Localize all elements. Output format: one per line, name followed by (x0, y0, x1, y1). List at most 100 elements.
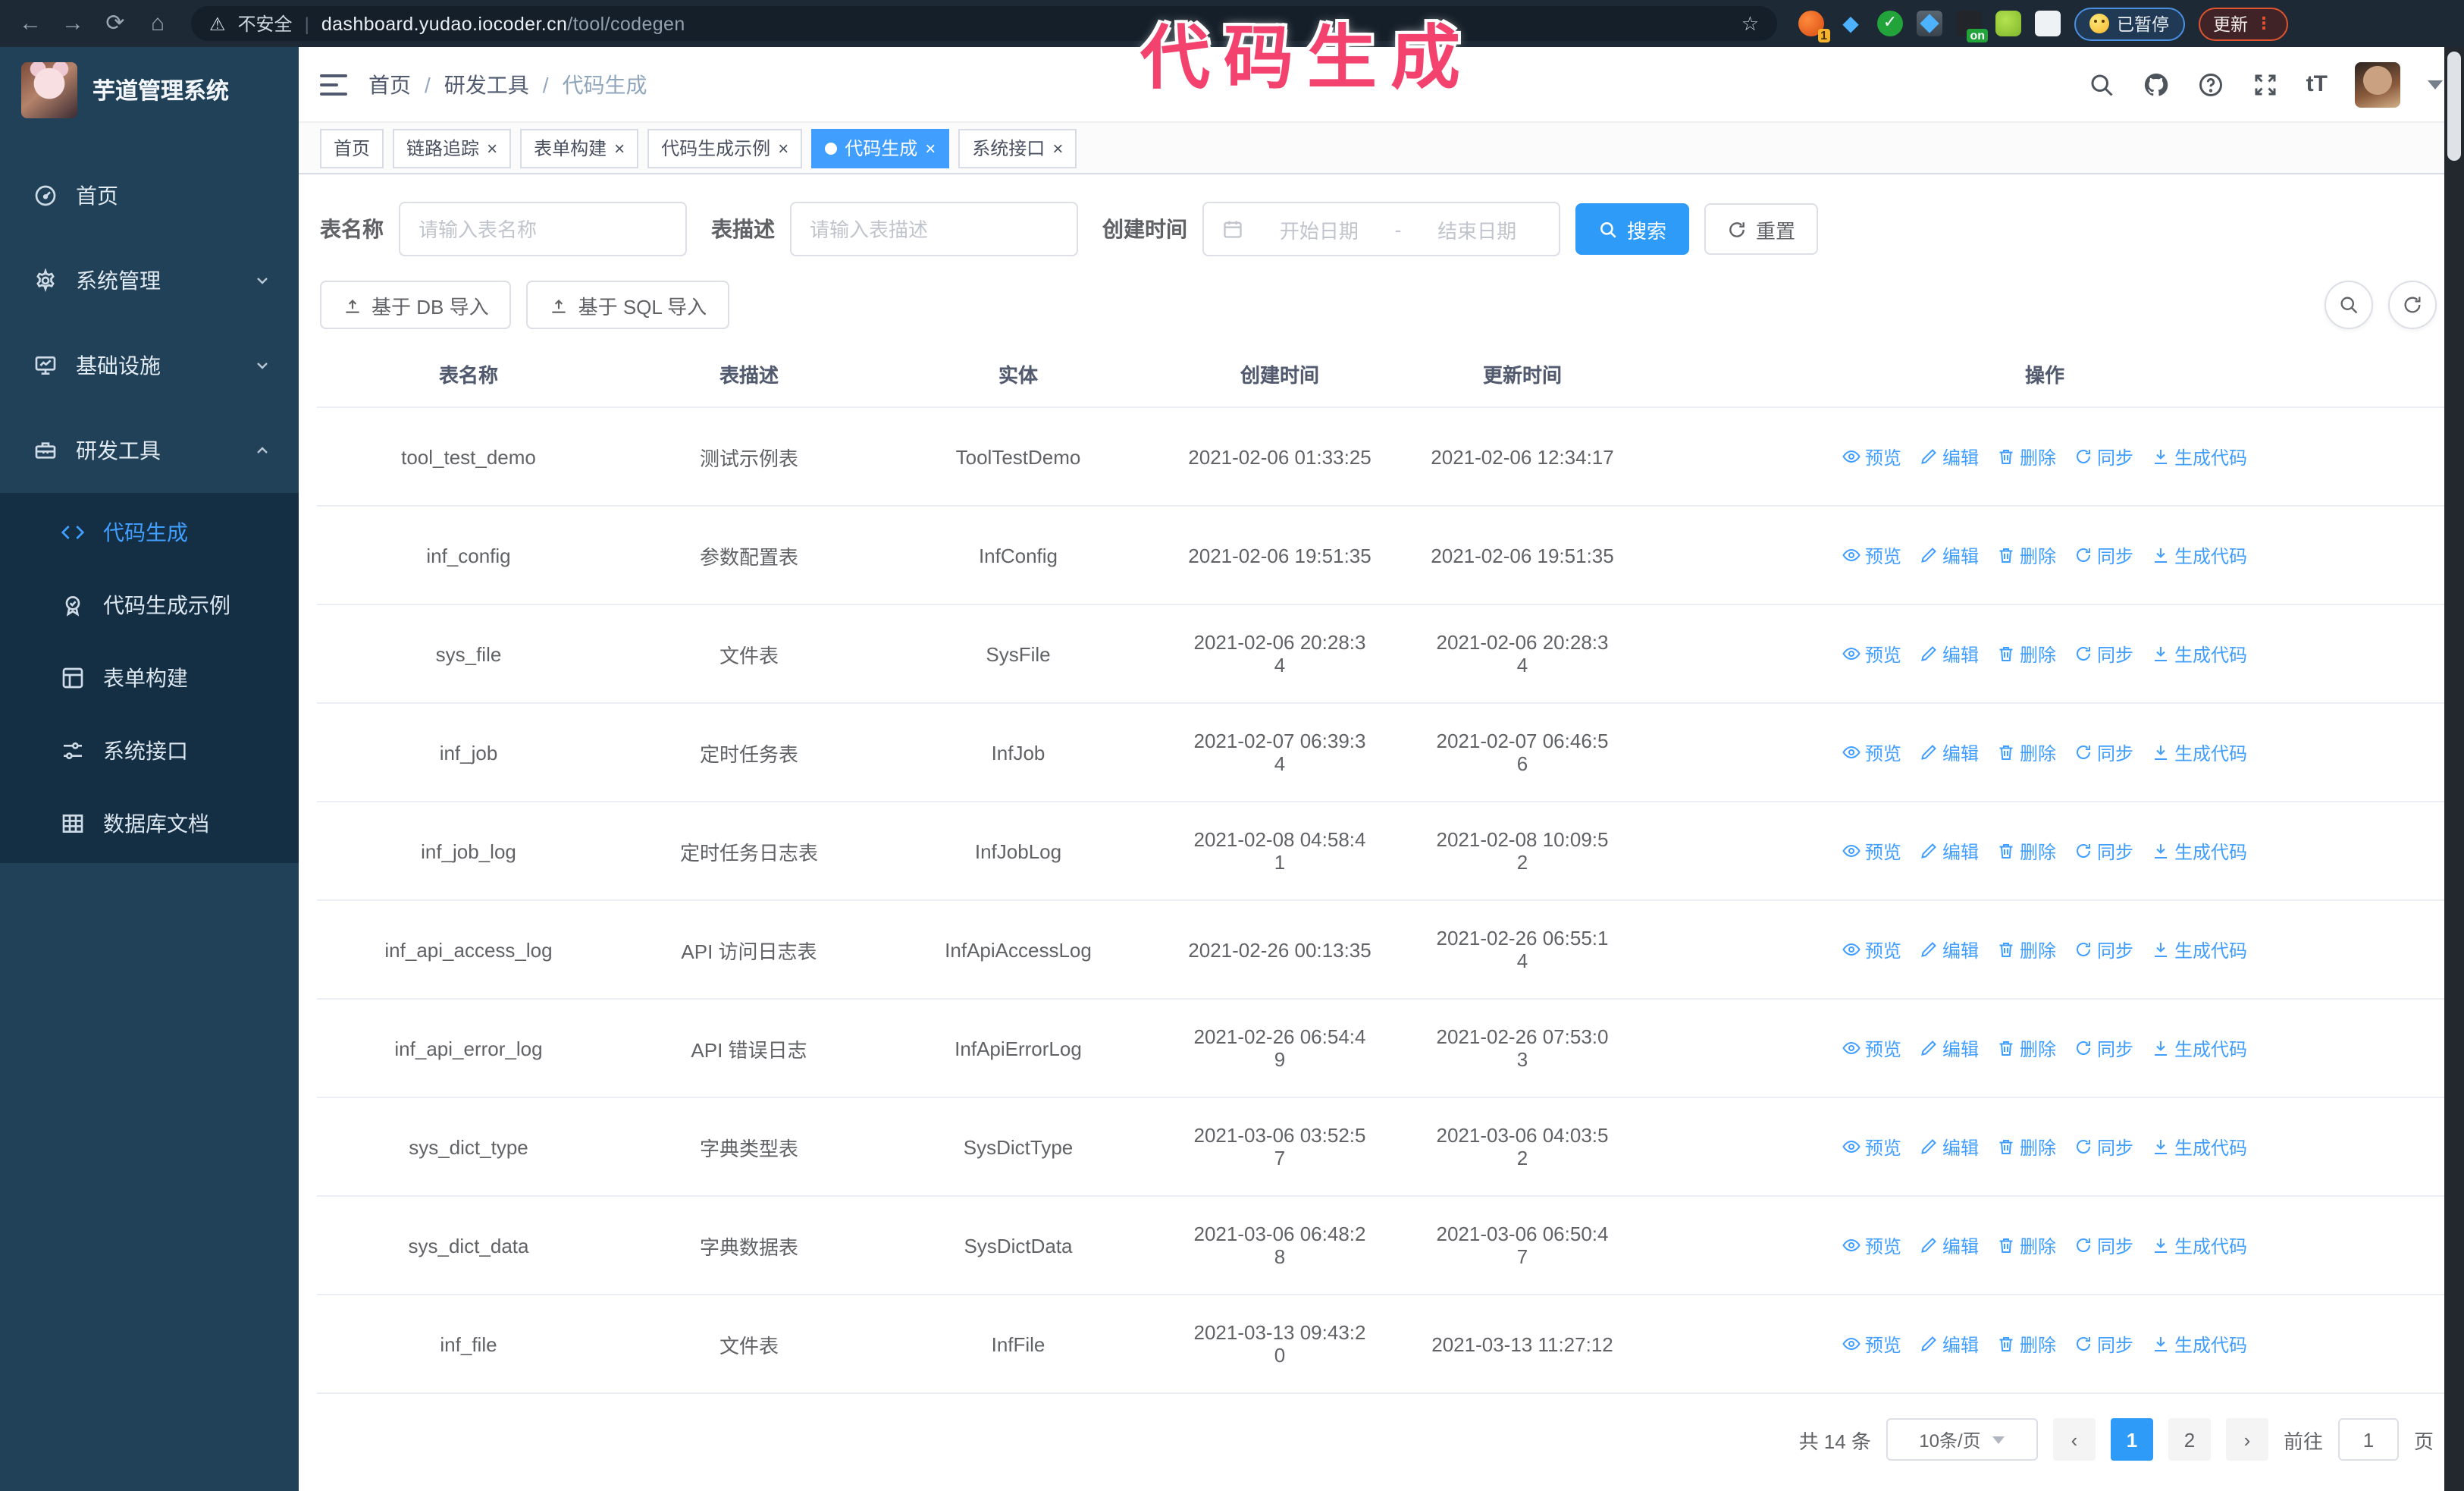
tab-代码生成[interactable]: 代码生成 × (811, 128, 950, 168)
action-同步[interactable]: 同步 (2074, 641, 2133, 667)
forward-icon[interactable]: → (58, 12, 88, 35)
browser-menu-dots-icon[interactable]: ⋮ (2256, 14, 2272, 33)
user-menu-caret-icon[interactable] (2428, 80, 2443, 89)
action-生成代码[interactable]: 生成代码 (2152, 1134, 2247, 1160)
app-logo-row[interactable]: 芋道管理系统 (0, 47, 299, 132)
action-预览[interactable]: 预览 (1842, 542, 1901, 568)
action-同步[interactable]: 同步 (2074, 739, 2133, 765)
action-生成代码[interactable]: 生成代码 (2152, 838, 2247, 864)
extension-icon-dark[interactable]: on (1956, 11, 1988, 42)
import-sql-button[interactable]: 基于 SQL 导入 (526, 281, 730, 329)
action-生成代码[interactable]: 生成代码 (2152, 739, 2247, 765)
action-同步[interactable]: 同步 (2074, 1232, 2133, 1258)
browser-scrollbar[interactable] (2444, 47, 2464, 1491)
fullscreen-icon[interactable] (2252, 71, 2279, 98)
action-删除[interactable]: 删除 (1997, 1035, 2056, 1061)
action-删除[interactable]: 删除 (1997, 444, 2056, 469)
action-同步[interactable]: 同步 (2074, 838, 2133, 864)
tab-表单构建[interactable]: 表单构建 × (520, 128, 639, 168)
action-预览[interactable]: 预览 (1842, 444, 1901, 469)
action-生成代码[interactable]: 生成代码 (2152, 1331, 2247, 1357)
paused-chip[interactable]: 已暂停 (2074, 7, 2184, 40)
page-button-2[interactable]: 2 (2168, 1418, 2211, 1461)
tab-close-icon[interactable]: × (614, 139, 625, 157)
action-删除[interactable]: 删除 (1997, 1331, 2056, 1357)
action-编辑[interactable]: 编辑 (1920, 937, 1979, 962)
action-生成代码[interactable]: 生成代码 (2152, 641, 2247, 667)
action-编辑[interactable]: 编辑 (1920, 838, 1979, 864)
address-bar[interactable]: ⚠ 不安全 | dashboard.yudao.iocoder.cn/tool/… (191, 6, 1777, 41)
action-预览[interactable]: 预览 (1842, 838, 1901, 864)
search-button[interactable]: 搜索 (1575, 203, 1690, 255)
prev-page-button[interactable]: ‹ (2052, 1418, 2096, 1461)
tab-close-icon[interactable]: × (778, 139, 788, 157)
action-生成代码[interactable]: 生成代码 (2152, 542, 2247, 568)
action-预览[interactable]: 预览 (1842, 1232, 1901, 1258)
action-编辑[interactable]: 编辑 (1920, 641, 1979, 667)
action-删除[interactable]: 删除 (1997, 739, 2056, 765)
bookmark-star-icon[interactable]: ☆ (1741, 11, 1759, 36)
action-预览[interactable]: 预览 (1842, 937, 1901, 962)
extension-icon-grid[interactable] (1917, 11, 1942, 36)
action-同步[interactable]: 同步 (2074, 1035, 2133, 1061)
action-删除[interactable]: 删除 (1997, 542, 2056, 568)
import-db-button[interactable]: 基于 DB 导入 (320, 281, 512, 329)
table-desc-input[interactable] (810, 218, 1058, 240)
page-size-select[interactable]: 10条/页 (1886, 1418, 2038, 1461)
tab-close-icon[interactable]: × (925, 139, 936, 157)
goto-page-input[interactable] (2337, 1418, 2399, 1461)
page-button-1[interactable]: 1 (2110, 1418, 2153, 1461)
action-编辑[interactable]: 编辑 (1920, 1232, 1979, 1258)
sidebar-subitem-表单构建[interactable]: 表单构建 (0, 642, 299, 714)
sidebar-item-基础设施[interactable]: 基础设施 (0, 323, 299, 408)
action-编辑[interactable]: 编辑 (1920, 1134, 1979, 1160)
extension-icon-check[interactable]: ✓ (1877, 11, 1903, 36)
action-同步[interactable]: 同步 (2074, 542, 2133, 568)
table-name-input[interactable] (419, 218, 667, 240)
action-生成代码[interactable]: 生成代码 (2152, 444, 2247, 469)
action-预览[interactable]: 预览 (1842, 739, 1901, 765)
user-avatar[interactable] (2355, 61, 2400, 107)
action-预览[interactable]: 预览 (1842, 1134, 1901, 1160)
reset-button[interactable]: 重置 (1704, 203, 1819, 255)
action-同步[interactable]: 同步 (2074, 937, 2133, 962)
toggle-search-button[interactable] (2324, 281, 2373, 329)
action-生成代码[interactable]: 生成代码 (2152, 1035, 2247, 1061)
update-chip[interactable]: 更新 ⋮ (2198, 7, 2287, 40)
action-编辑[interactable]: 编辑 (1920, 1035, 1979, 1061)
sidebar-item-研发工具[interactable]: 研发工具 (0, 408, 299, 493)
search-icon[interactable] (2088, 71, 2115, 98)
extension-icon-orange[interactable]: 1 (1798, 11, 1830, 42)
tab-首页[interactable]: 首页 (320, 128, 384, 168)
sidebar-subitem-系统接口[interactable]: 系统接口 (0, 714, 299, 787)
action-删除[interactable]: 删除 (1997, 1134, 2056, 1160)
action-同步[interactable]: 同步 (2074, 444, 2133, 469)
tab-close-icon[interactable]: × (1052, 139, 1063, 157)
action-编辑[interactable]: 编辑 (1920, 542, 1979, 568)
action-编辑[interactable]: 编辑 (1920, 739, 1979, 765)
next-page-button[interactable]: › (2225, 1418, 2268, 1461)
font-size-icon[interactable]: tT (2306, 71, 2328, 97)
reload-icon[interactable]: ⟳ (100, 12, 130, 35)
github-icon[interactable] (2143, 71, 2170, 98)
action-预览[interactable]: 预览 (1842, 641, 1901, 667)
help-icon[interactable] (2197, 71, 2224, 98)
tab-链路追踪[interactable]: 链路追踪 × (393, 128, 512, 168)
sidebar-subitem-代码生成示例[interactable]: 代码生成示例 (0, 569, 299, 642)
scrollbar-thumb[interactable] (2447, 52, 2461, 161)
action-编辑[interactable]: 编辑 (1920, 1331, 1979, 1357)
breadcrumb-item-研发工具[interactable]: 研发工具 (444, 69, 529, 99)
breadcrumb-item-首页[interactable]: 首页 (368, 69, 411, 99)
collapse-sidebar-icon[interactable] (320, 74, 347, 95)
tab-代码生成示例[interactable]: 代码生成示例 × (647, 128, 803, 168)
sidebar-subitem-代码生成[interactable]: 代码生成 (0, 496, 299, 569)
refresh-table-button[interactable] (2388, 281, 2437, 329)
action-生成代码[interactable]: 生成代码 (2152, 937, 2247, 962)
sidebar-item-首页[interactable]: 首页 (0, 153, 299, 238)
back-icon[interactable]: ← (15, 12, 45, 35)
action-删除[interactable]: 删除 (1997, 641, 2056, 667)
action-生成代码[interactable]: 生成代码 (2152, 1232, 2247, 1258)
tab-close-icon[interactable]: × (487, 139, 497, 157)
home-icon[interactable]: ⌂ (143, 12, 173, 35)
extension-icon-gem[interactable]: ◆ (1838, 11, 1864, 36)
